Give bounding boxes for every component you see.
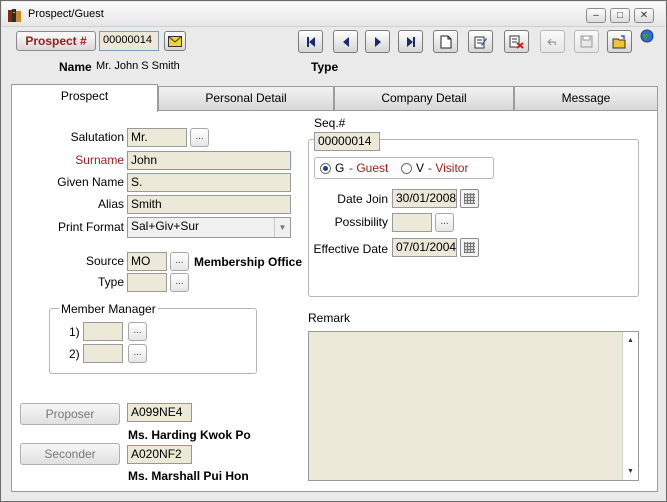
date-join-calendar-icon[interactable] <box>460 189 479 208</box>
effective-date-field[interactable]: 07/01/2004 <box>392 238 457 257</box>
undo-button[interactable] <box>540 30 565 53</box>
envelope-icon <box>168 35 182 47</box>
seconder-button[interactable]: Seconder <box>20 443 120 465</box>
member-manager-2-lookup[interactable]: ... <box>128 344 147 363</box>
alias-label: Alias <box>97 197 124 211</box>
member-manager-2-label: 2) <box>69 347 80 361</box>
prospect-number-field[interactable]: 00000014 <box>99 31 159 51</box>
category-radio-group: G - Guest V - Visitor <box>314 157 494 179</box>
scroll-down-icon[interactable]: ▼ <box>627 468 634 475</box>
tab-bar: Prospect Personal Detail Company Detail … <box>11 84 658 112</box>
proposer-button[interactable]: Proposer <box>20 403 120 425</box>
delete-icon <box>509 35 524 49</box>
email-button[interactable] <box>164 31 186 51</box>
member-manager-1-label: 1) <box>69 325 80 339</box>
tab-personal-detail[interactable]: Personal Detail <box>158 86 334 110</box>
date-join-label: Date Join <box>337 192 388 206</box>
member-manager-1-field[interactable] <box>83 322 123 341</box>
seconder-name: Ms. Marshall Pui Hon <box>128 469 249 483</box>
books-app-icon <box>8 9 21 22</box>
type-label: Type <box>311 60 339 74</box>
source-label: Source <box>85 254 124 268</box>
dropdown-arrow-icon[interactable]: ▼ <box>274 218 290 237</box>
possibility-field[interactable] <box>392 213 432 232</box>
member-manager-2-field[interactable] <box>83 344 123 363</box>
surname-label: Surname <box>75 153 124 167</box>
effective-date-calendar-icon[interactable] <box>460 238 479 257</box>
tab-prospect[interactable]: Prospect <box>11 84 158 112</box>
given-name-field[interactable]: S. <box>127 173 291 192</box>
last-record-icon <box>406 36 415 47</box>
first-record-button[interactable] <box>298 30 323 53</box>
globe-icon[interactable] <box>640 29 654 43</box>
undo-icon <box>546 38 556 45</box>
folder-export-icon <box>612 34 626 48</box>
tab-company-detail[interactable]: Company Detail <box>334 86 514 110</box>
window-title: Prospect/Guest <box>28 8 104 20</box>
seconder-code-field[interactable]: A020NF2 <box>127 445 192 464</box>
title-bar: Prospect/Guest – □ ✕ <box>2 2 665 27</box>
name-value: Mr. John S Smith <box>96 60 180 72</box>
type-field-label: Type <box>97 275 124 289</box>
visitor-radio[interactable] <box>401 163 412 174</box>
new-record-button[interactable] <box>433 30 458 53</box>
possibility-lookup-button[interactable]: ... <box>435 213 454 232</box>
name-label: Name <box>59 60 92 74</box>
remark-label: Remark <box>308 311 351 325</box>
print-format-select[interactable]: Sal+Giv+Sur ▼ <box>127 217 291 238</box>
last-record-button[interactable] <box>398 30 423 53</box>
maximize-button[interactable]: □ <box>610 8 630 23</box>
seq-label: Seq.# <box>314 116 346 130</box>
remark-scrollbar[interactable]: ▲ ▼ <box>622 332 638 480</box>
close-button[interactable]: ✕ <box>634 8 654 23</box>
source-lookup-button[interactable]: ... <box>170 252 189 271</box>
seq-field: 00000014 <box>314 132 380 151</box>
prospect-tab-panel: Salutation Mr. ... Surname John Given Na… <box>11 110 658 492</box>
next-record-button[interactable] <box>365 30 390 53</box>
visitor-radio-label: V <box>416 161 425 175</box>
export-button[interactable] <box>607 30 632 53</box>
surname-field[interactable]: John <box>127 151 291 170</box>
tab-message[interactable]: Message <box>514 86 658 110</box>
possibility-label: Possibility <box>334 215 388 229</box>
next-icon <box>374 36 381 47</box>
prospect-number-button[interactable]: Prospect # <box>16 31 96 51</box>
salutation-lookup-button[interactable]: ... <box>190 128 209 147</box>
member-manager-label: Member Manager <box>59 302 158 316</box>
source-description: Membership Office <box>194 255 303 269</box>
salutation-label: Salutation <box>70 130 124 144</box>
effective-date-label: Effective Date <box>313 242 388 256</box>
save-button[interactable] <box>574 30 599 53</box>
edit-icon <box>474 36 487 48</box>
type-field[interactable] <box>127 273 167 292</box>
save-icon <box>580 35 593 48</box>
visitor-radio-desc: - Visitor <box>428 161 469 175</box>
given-name-label: Given Name <box>57 175 124 189</box>
scroll-up-icon[interactable]: ▲ <box>627 337 634 344</box>
guest-radio-desc: - Guest <box>349 161 389 175</box>
date-join-field[interactable]: 30/01/2008 <box>392 189 457 208</box>
edit-record-button[interactable] <box>468 30 493 53</box>
alias-field[interactable]: Smith <box>127 195 291 214</box>
print-format-label: Print Format <box>57 220 124 234</box>
minimize-button[interactable]: – <box>586 8 606 23</box>
delete-record-button[interactable] <box>504 30 529 53</box>
first-record-icon <box>306 36 315 47</box>
member-manager-1-lookup[interactable]: ... <box>128 322 147 341</box>
previous-record-button[interactable] <box>333 30 358 53</box>
guest-radio-label: G <box>335 161 345 175</box>
guest-radio[interactable] <box>320 163 331 174</box>
new-document-icon <box>440 35 451 48</box>
source-field[interactable]: MO <box>127 252 167 271</box>
previous-icon <box>342 36 349 47</box>
proposer-name: Ms. Harding Kwok Po <box>128 428 251 442</box>
prospect-guest-window: Prospect/Guest – □ ✕ Prospect # 00000014… <box>0 0 667 502</box>
member-manager-group <box>49 308 257 374</box>
type-lookup-button[interactable]: ... <box>170 273 189 292</box>
remark-textarea[interactable]: ▲ ▼ <box>308 331 639 481</box>
proposer-code-field[interactable]: A099NE4 <box>127 403 192 422</box>
print-format-value: Sal+Giv+Sur <box>131 219 200 233</box>
salutation-field[interactable]: Mr. <box>127 128 187 147</box>
